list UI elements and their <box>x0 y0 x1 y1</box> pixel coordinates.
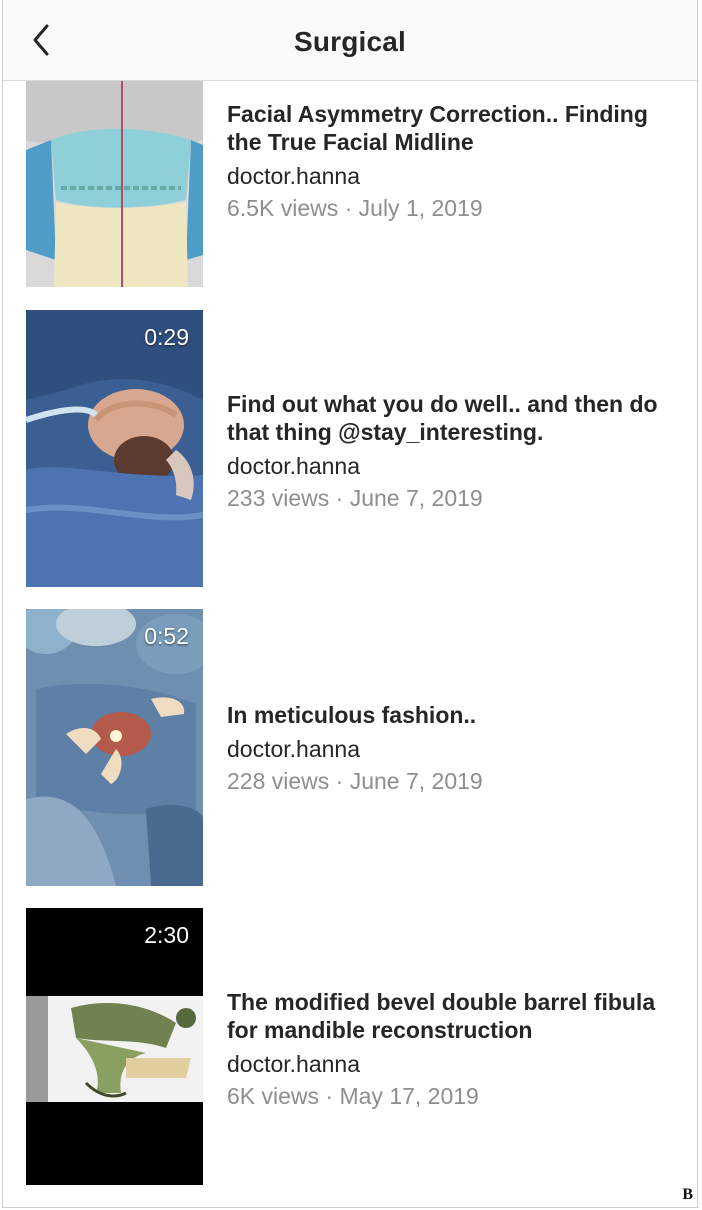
list-item[interactable]: 0:52 In meticulous fashion.. doctor.hann… <box>3 609 697 887</box>
video-meta: 228 views · June 7, 2019 <box>227 768 483 794</box>
video-author[interactable]: doctor.hanna <box>227 1048 677 1080</box>
figure-label: B <box>682 1186 693 1203</box>
top-bar: Surgical <box>3 0 697 81</box>
video-title[interactable]: Find out what you do well.. and then do … <box>227 390 677 446</box>
video-meta: 6K views · May 17, 2019 <box>227 1083 479 1109</box>
video-title[interactable]: Facial Asymmetry Correction.. Finding th… <box>227 100 677 156</box>
list-item[interactable]: 2:30 The modified bevel double barrel fi… <box>3 908 697 1186</box>
video-author[interactable]: doctor.hanna <box>227 160 677 192</box>
video-info[interactable]: In meticulous fashion.. doctor.hanna 228… <box>227 701 677 797</box>
video-duration: 0:52 <box>144 623 189 649</box>
video-meta: 6.5K views · July 1, 2019 <box>227 195 483 221</box>
video-title[interactable]: In meticulous fashion.. <box>227 701 677 729</box>
app-frame: Facial Asymmetry Correction.. Finding th… <box>2 0 698 1208</box>
page-title: Surgical <box>293 26 407 57</box>
video-info[interactable]: Facial Asymmetry Correction.. Finding th… <box>227 100 677 224</box>
video-thumbnail[interactable]: 2:30 <box>26 908 203 1185</box>
list-item[interactable]: 0:29 Find out what you do well.. and the… <box>3 310 697 588</box>
video-author[interactable]: doctor.hanna <box>227 450 677 482</box>
video-author[interactable]: doctor.hanna <box>227 733 677 765</box>
video-duration: 2:30 <box>144 922 189 948</box>
video-info[interactable]: Find out what you do well.. and then do … <box>227 390 677 514</box>
video-duration: 0:29 <box>144 324 189 350</box>
video-title[interactable]: The modified bevel double barrel fibula … <box>227 988 677 1044</box>
video-meta: 233 views · June 7, 2019 <box>227 485 483 511</box>
video-thumbnail[interactable]: 0:29 <box>26 310 203 587</box>
video-thumbnail[interactable]: 0:52 <box>26 609 203 886</box>
video-info[interactable]: The modified bevel double barrel fibula … <box>227 988 677 1112</box>
video-list[interactable]: Facial Asymmetry Correction.. Finding th… <box>3 0 697 1207</box>
